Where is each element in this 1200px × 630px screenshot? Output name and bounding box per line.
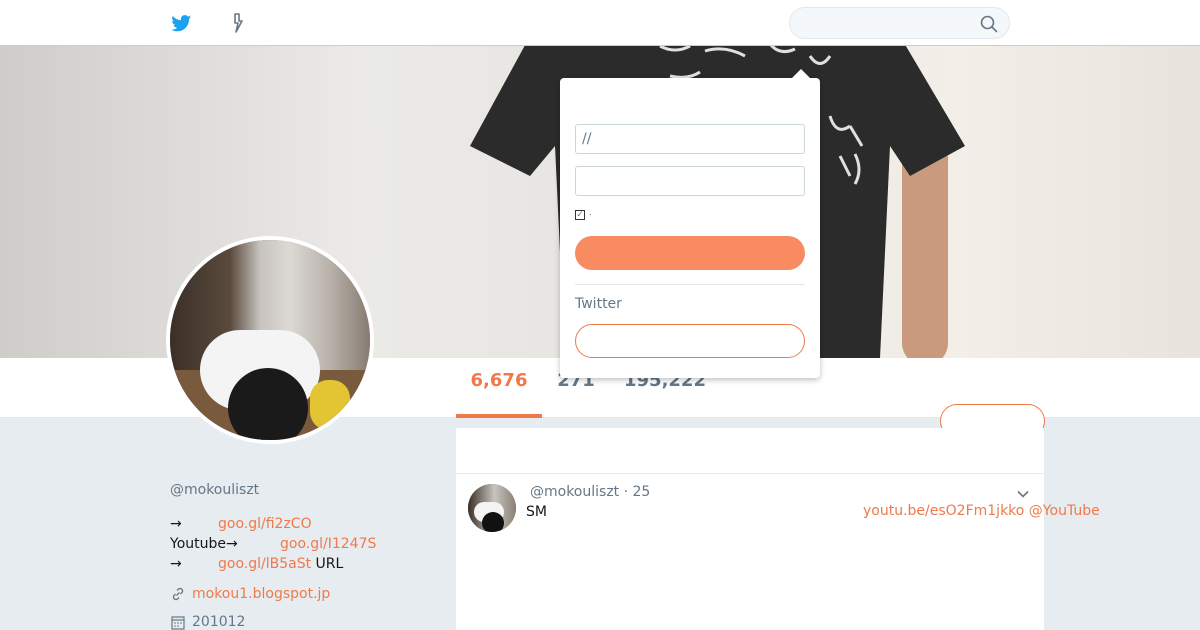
bio-line: → goo.gl/lB5aSt URL — [170, 554, 376, 574]
profile-handle[interactable]: @mokouliszt — [170, 482, 259, 498]
bio-link[interactable]: goo.gl/lB5aSt — [218, 556, 311, 572]
tweet[interactable]: @mokouliszt · 25 SM — [456, 474, 1044, 630]
bio-line: Youtube→ goo.gl/I1247S — [170, 534, 376, 554]
tweet-handle-time[interactable]: @mokouliszt · 25 — [530, 484, 650, 500]
profile-joined: 201012 — [170, 614, 245, 630]
profile-website[interactable]: mokou1.blogspot.jp — [170, 586, 330, 602]
bio-link[interactable]: goo.gl/fi2zCO — [218, 516, 312, 532]
joined-date: 201012 — [192, 614, 246, 630]
bio-prefix: → — [170, 556, 182, 572]
website-link[interactable]: mokou1.blogspot.jp — [192, 586, 330, 602]
link-icon — [170, 586, 186, 602]
tweet-avatar-head — [482, 512, 504, 532]
login-button[interactable] — [575, 236, 805, 270]
bio-link[interactable]: goo.gl/I1247S — [280, 536, 376, 552]
timeline-header — [456, 428, 1044, 474]
bio-line: → goo.gl/fi2zCO — [170, 514, 376, 534]
username-field[interactable]: // — [575, 124, 805, 154]
avatar-plush-toy — [310, 380, 350, 430]
stat-tweets[interactable]: 6,676 — [456, 370, 542, 392]
login-dropdown: // ✓ · Twitter — [560, 78, 820, 378]
calendar-icon — [170, 614, 186, 630]
profile-bio: → goo.gl/fi2zCO Youtube→ goo.gl/I1247S → go… — [170, 514, 376, 574]
timeline: @mokouliszt · 25 SM — [456, 428, 1044, 630]
bio-prefix: → — [170, 516, 182, 532]
bio-prefix: Youtube→ — [170, 536, 238, 552]
top-navigation — [0, 0, 1200, 46]
password-field[interactable] — [575, 166, 805, 196]
signup-prompt: Twitter — [575, 296, 622, 312]
lightning-icon[interactable] — [225, 11, 249, 35]
chevron-down-icon[interactable] — [1016, 486, 1030, 500]
dropdown-caret — [791, 69, 811, 79]
tweet-text: SM — [526, 504, 547, 520]
stat-value: 6,676 — [470, 370, 528, 391]
avatar-head — [228, 368, 308, 440]
tweet-avatar[interactable] — [468, 484, 516, 532]
avatar[interactable] — [166, 236, 374, 444]
bio-suffix: URL — [311, 556, 344, 572]
signup-button[interactable] — [575, 324, 805, 358]
divider — [575, 284, 805, 285]
active-tab-indicator — [456, 414, 542, 418]
search-icon[interactable] — [979, 14, 999, 34]
search-input[interactable] — [789, 7, 1010, 39]
remember-me[interactable]: ✓ · — [575, 210, 592, 221]
twitter-bird-icon[interactable] — [169, 11, 193, 35]
remember-label: · — [589, 210, 592, 221]
tweet-link[interactable]: youtu.be/esO2Fm1jkko @YouTube — [863, 503, 1100, 519]
remember-checkbox[interactable]: ✓ — [575, 210, 585, 220]
